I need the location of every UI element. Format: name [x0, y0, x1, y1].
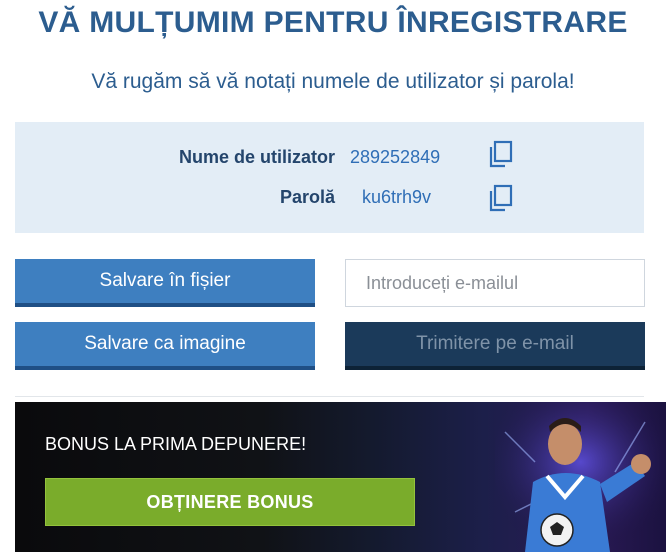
football-player-image	[495, 402, 666, 552]
page-title: VĂ MULȚUMIM PENTRU ÎNREGISTRARE	[38, 6, 628, 39]
password-label: Parolă	[279, 187, 335, 207]
credentials-panel: Nume de utilizator 289252849 Parolă ku6t…	[15, 122, 644, 233]
save-as-image-button[interactable]: Salvare ca imagine	[15, 322, 315, 370]
password-value: ku6trh9v	[362, 187, 432, 207]
divider	[15, 396, 644, 397]
get-bonus-button[interactable]: OBȚINERE BONUS	[45, 478, 415, 526]
bonus-banner: BONUS LA PRIMA DEPUNERE! OBȚINERE BONUS	[15, 402, 666, 552]
send-email-button[interactable]: Trimitere pe e-mail	[345, 322, 645, 370]
email-input[interactable]	[345, 259, 645, 307]
page-subtitle: Vă rugăm să vă notați numele de utilizat…	[91, 70, 575, 93]
copy-username-icon[interactable]	[488, 140, 514, 168]
username-label: Nume de utilizator	[178, 147, 335, 167]
bonus-headline: BONUS LA PRIMA DEPUNERE!	[45, 434, 307, 454]
username-value: 289252849	[350, 147, 441, 167]
save-to-file-button[interactable]: Salvare în fișier	[15, 259, 315, 307]
copy-password-icon[interactable]	[488, 184, 514, 212]
